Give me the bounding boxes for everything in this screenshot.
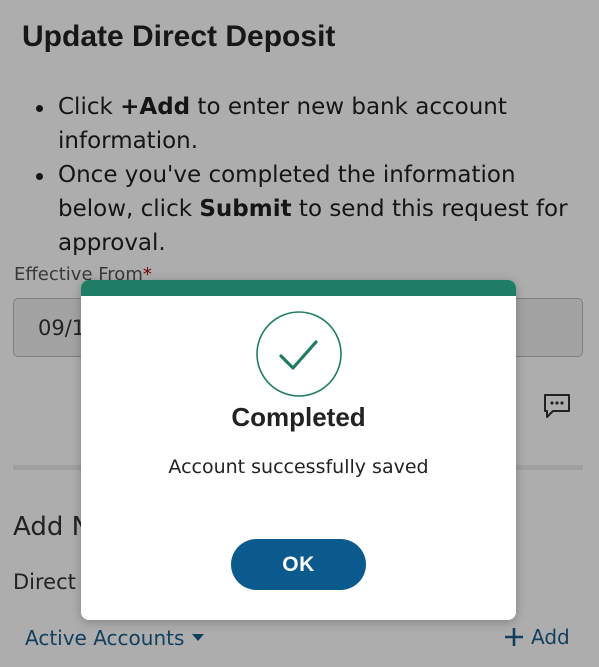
checkmark-icon: [256, 311, 342, 397]
dialog-title: Completed: [231, 402, 366, 432]
dialog-accent-bar: [81, 280, 516, 296]
ok-button[interactable]: OK: [231, 539, 366, 590]
completed-dialog: Completed Account successfully saved OK: [81, 280, 516, 620]
dialog-message: Account successfully saved: [168, 456, 429, 478]
